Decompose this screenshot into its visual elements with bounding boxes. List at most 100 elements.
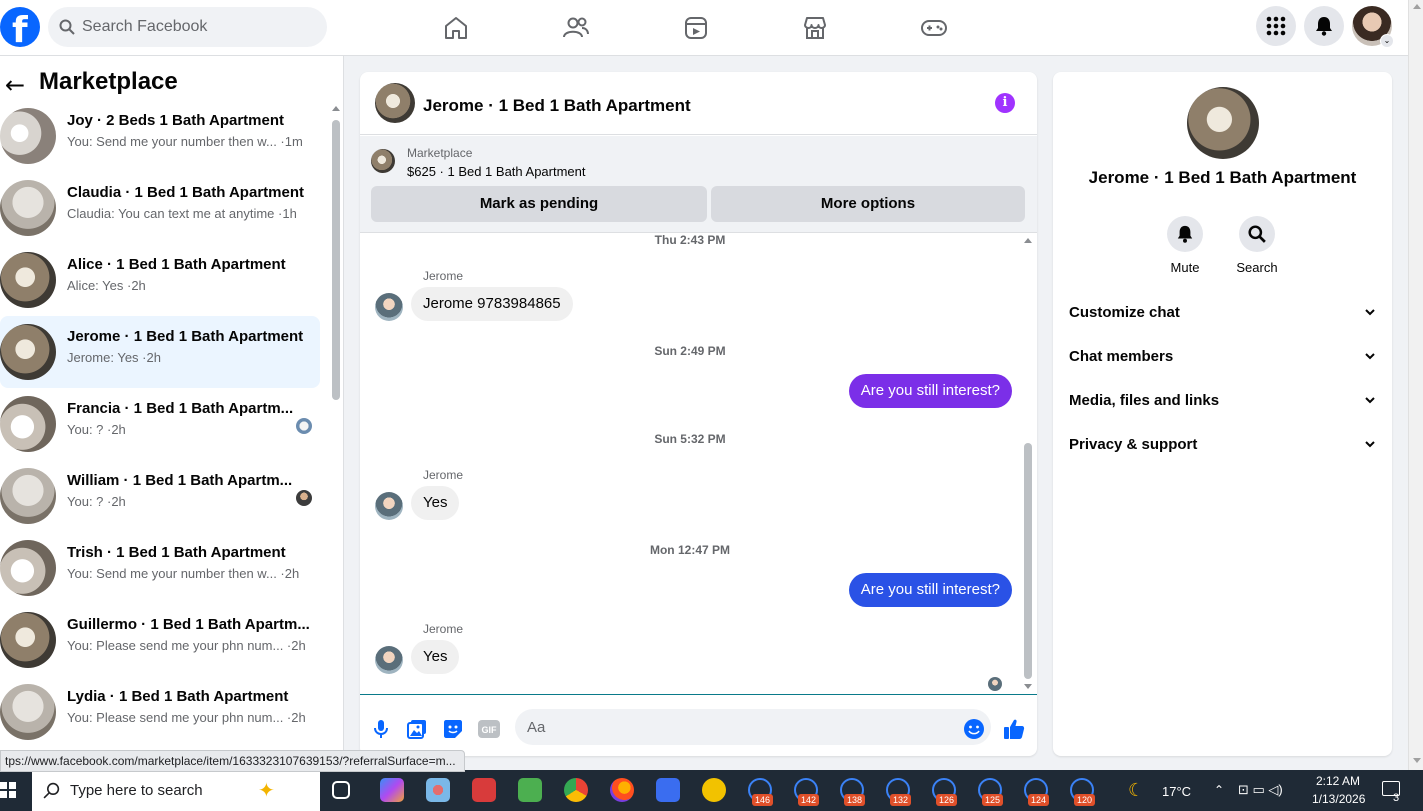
conversation-item[interactable]: Joy · 2 Beds 1 Bath Apartment You: Send … — [0, 100, 320, 172]
search-in-conversation-button[interactable]: Search — [1227, 216, 1287, 275]
notifications-bell-icon[interactable] — [1304, 6, 1344, 46]
mark-as-pending-button[interactable]: Mark as pending — [371, 186, 707, 222]
taskbar-badge: 124 — [1028, 794, 1050, 806]
bitwarden-icon[interactable] — [656, 778, 680, 802]
conversation-item[interactable]: Francia · 1 Bed 1 Bath Apartm... You: ? … — [0, 388, 320, 460]
conversation-preview: Alice: Yes ·2h — [67, 278, 146, 293]
friends-icon[interactable] — [560, 12, 592, 44]
conversation-title: Francia · 1 Bed 1 Bath Apartm... — [67, 400, 294, 417]
marketplace-icon[interactable] — [799, 12, 831, 44]
chat-title[interactable]: Jerome · 1 Bed 1 Bath Apartment — [423, 96, 691, 116]
sticker-icon[interactable] — [442, 718, 464, 740]
privacy-support-section[interactable]: Privacy & support — [1069, 423, 1376, 467]
search-icon — [43, 782, 60, 799]
search-facebook-box[interactable] — [48, 7, 327, 47]
link-preview-status-url: tps://www.facebook.com/marketplace/item/… — [0, 750, 465, 772]
sidebar-scrollbar[interactable] — [330, 106, 342, 770]
conversation-preview: You: Send me your number then w... ·2h — [67, 566, 300, 581]
customize-chat-section[interactable]: Customize chat — [1069, 291, 1376, 335]
marketplace-inbox-sidebar: ← Marketplace Joy · 2 Beds 1 Bath Apartm… — [0, 56, 344, 770]
chevron-down-icon[interactable]: ⌄ — [1380, 34, 1394, 48]
weather-temperature[interactable]: 17°C — [1162, 784, 1191, 799]
chat-members-section[interactable]: Chat members — [1069, 335, 1376, 379]
photo-icon[interactable] — [406, 718, 428, 740]
microphone-icon[interactable] — [370, 718, 392, 740]
message-composer: GIF — [360, 694, 1037, 756]
listing-thumbnail — [0, 684, 56, 740]
media-files-links-section[interactable]: Media, files and links — [1069, 379, 1376, 423]
clock-time[interactable]: 2:12 AM — [1316, 774, 1360, 788]
back-arrow-icon[interactable]: ← — [5, 71, 25, 99]
more-options-button[interactable]: More options — [711, 186, 1025, 222]
chrome-icon[interactable] — [564, 778, 588, 802]
conversation-item-active[interactable]: Jerome · 1 Bed 1 Bath Apartment Jerome: … — [0, 316, 320, 388]
listing-thumbnail — [0, 540, 56, 596]
tray-icons[interactable]: ⊡ ▭ ◁) — [1238, 782, 1283, 798]
message-sender: Jerome — [423, 468, 464, 482]
listing-source: Marketplace — [407, 146, 473, 160]
conversation-item[interactable]: Claudia · 1 Bed 1 Bath Apartment Claudia… — [0, 172, 320, 244]
message-input[interactable] — [515, 709, 991, 745]
search-input[interactable] — [82, 7, 312, 47]
app-icon-yellow[interactable] — [702, 778, 726, 802]
spreadsheet-app-icon[interactable] — [518, 778, 542, 802]
section-label: Customize chat — [1069, 304, 1180, 321]
listing-thumbnail — [0, 468, 56, 524]
chevron-down-icon — [1365, 397, 1375, 404]
chat-panel: Jerome · 1 Bed 1 Bath Apartment i Market… — [360, 72, 1037, 756]
listing-thumbnail — [0, 612, 56, 668]
listing-thumbnail — [0, 108, 56, 164]
clock-date[interactable]: 1/13/2026 — [1312, 792, 1365, 806]
info-icon[interactable]: i — [995, 93, 1015, 113]
gaming-icon[interactable] — [918, 12, 950, 44]
sender-avatar[interactable] — [375, 492, 403, 520]
like-thumbs-up-icon[interactable] — [1003, 718, 1025, 740]
conversation-title: Joy · 2 Beds 1 Bath Apartment — [67, 112, 284, 129]
conversation-preview: Claudia: You can text me at anytime ·1h — [67, 206, 297, 221]
firefox-icon[interactable] — [610, 778, 634, 802]
gif-icon[interactable]: GIF — [478, 718, 500, 740]
tray-chevron-up-icon[interactable]: ⌃ — [1214, 783, 1224, 797]
windows-start-icon[interactable] — [0, 782, 16, 798]
menu-grid-icon[interactable] — [1256, 6, 1296, 46]
bell-icon — [1177, 225, 1193, 243]
svg-text:GIF: GIF — [482, 725, 498, 735]
incoming-message: Yes — [411, 640, 460, 674]
conversation-title: Trish · 1 Bed 1 Bath Apartment — [67, 544, 286, 561]
taskbar-badge: 146 — [752, 794, 774, 806]
taskbar-search-box[interactable]: ✦ — [32, 770, 320, 811]
copilot-sparkle-icon[interactable]: ✦ — [258, 778, 275, 803]
conversation-title: Claudia · 1 Bed 1 Bath Apartment — [67, 184, 304, 201]
conversation-title: Lydia · 1 Bed 1 Bath Apartment — [67, 688, 289, 705]
search-label: Search — [1236, 260, 1278, 275]
facebook-logo[interactable]: f — [0, 7, 40, 51]
task-view-icon[interactable] — [332, 781, 350, 799]
conversation-item[interactable]: Guillermo · 1 Bed 1 Bath Apartm... You: … — [0, 604, 320, 676]
chat-scrollbar[interactable] — [1022, 233, 1034, 694]
listing-banner: Marketplace $625 · 1 Bed 1 Bath Apartmen… — [360, 136, 1037, 233]
sender-avatar[interactable] — [375, 293, 403, 321]
paint-app-icon[interactable] — [426, 778, 450, 802]
message-timestamp: Thu 2:43 PM — [654, 233, 726, 247]
app-icon-red[interactable] — [472, 778, 496, 802]
listing-thumbnail — [0, 396, 56, 452]
listing-avatar-large[interactable] — [1187, 87, 1259, 159]
section-label: Privacy & support — [1069, 436, 1198, 453]
chat-listing-avatar[interactable] — [375, 83, 415, 123]
mute-button[interactable]: Mute — [1155, 216, 1215, 275]
conversation-title: Alice · 1 Bed 1 Bath Apartment — [67, 256, 286, 273]
conversation-item[interactable]: William · 1 Bed 1 Bath Apartm... You: ? … — [0, 460, 320, 532]
conversation-item[interactable]: Lydia · 1 Bed 1 Bath Apartment You: Plea… — [0, 676, 320, 748]
taskbar-search-input[interactable] — [70, 770, 240, 811]
listing-price-title[interactable]: $625 · 1 Bed 1 Bath Apartment — [407, 164, 586, 179]
page-scrollbar[interactable] — [1408, 0, 1423, 770]
copilot-app-icon[interactable] — [380, 778, 404, 802]
home-icon[interactable] — [440, 12, 472, 44]
conversation-item[interactable]: Trish · 1 Bed 1 Bath Apartment You: Send… — [0, 532, 320, 604]
conversation-title: Guillermo · 1 Bed 1 Bath Apartm... — [67, 616, 310, 633]
video-icon[interactable] — [680, 12, 712, 44]
sender-avatar[interactable] — [375, 646, 403, 674]
conversation-item[interactable]: Alice · 1 Bed 1 Bath Apartment Alice: Ye… — [0, 244, 320, 316]
emoji-icon[interactable] — [963, 718, 985, 740]
notification-count: 3 — [1393, 792, 1400, 804]
